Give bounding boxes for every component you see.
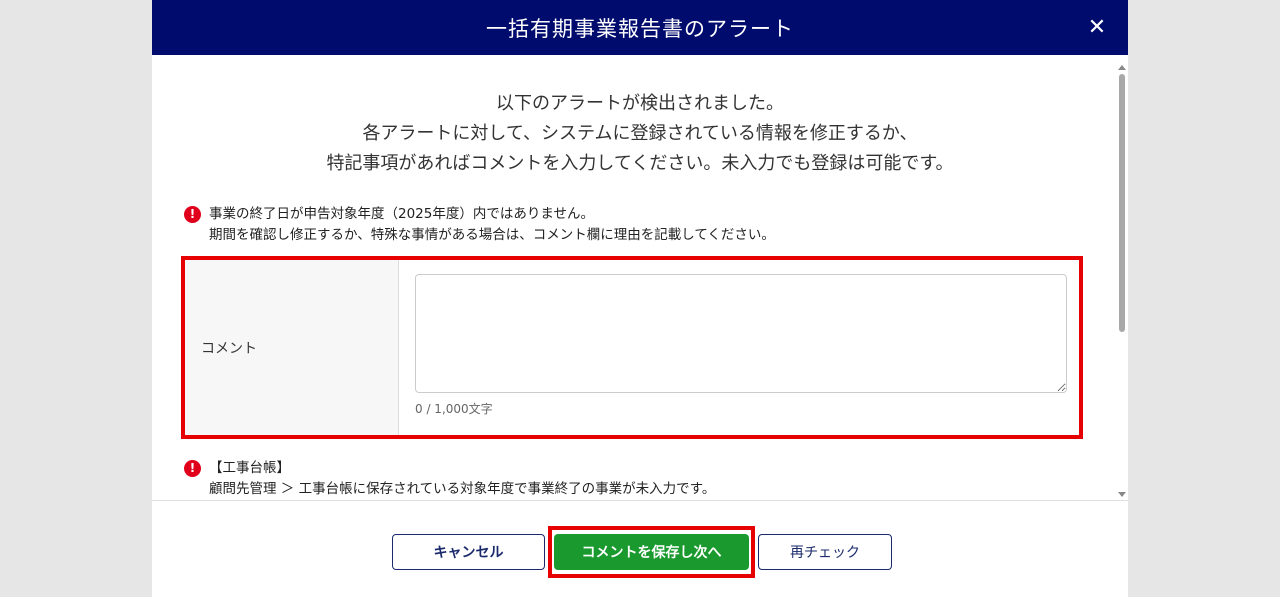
save-button-highlight: コメントを保存し次へ <box>548 526 755 578</box>
comment-row: コメント 0 / 1,000文字 <box>181 256 1083 439</box>
modal-title: 一括有期事業報告書のアラート <box>486 16 794 41</box>
alert-item: ! 事業の終了日が申告対象年度（2025年度）内ではありません。 期間を確認し修… <box>184 204 775 246</box>
alert-modal: 一括有期事業報告書のアラート ✕ 以下のアラートが検出されました。 各アラートに… <box>152 0 1128 597</box>
alert-title: 【工事台帳】 <box>209 460 290 476</box>
save-comment-next-button[interactable]: コメントを保存し次へ <box>554 534 749 570</box>
alert-text: 【工事台帳】 顧問先管理 ＞ 工事台帳に保存されている対象年度で事業終了の事業が… <box>209 458 715 500</box>
vertical-scrollbar[interactable] <box>1116 65 1128 497</box>
scroll-up-icon[interactable] <box>1118 65 1126 70</box>
alert-text: 事業の終了日が申告対象年度（2025年度）内ではありません。 期間を確認し修正す… <box>209 204 775 246</box>
modal-header: 一括有期事業報告書のアラート ✕ <box>152 0 1128 55</box>
cancel-button[interactable]: キャンセル <box>392 534 545 570</box>
alert-description: 期間を確認し修正するか、特殊な事情がある場合は、コメント欄に理由を記載してくださ… <box>209 227 775 243</box>
error-icon: ! <box>184 460 201 477</box>
error-icon: ! <box>184 206 201 223</box>
alert-item: ! 【工事台帳】 顧問先管理 ＞ 工事台帳に保存されている対象年度で事業終了の事… <box>184 458 715 500</box>
intro-line-3: 特記事項があればコメントを入力してください。未入力でも登録は可能です。 <box>326 153 954 174</box>
close-icon[interactable]: ✕ <box>1082 12 1112 42</box>
comment-input-cell: 0 / 1,000文字 <box>399 260 1079 435</box>
scroll-thumb[interactable] <box>1119 74 1125 332</box>
scroll-down-icon[interactable] <box>1118 492 1126 497</box>
intro-line-2: 各アラートに対して、システムに登録されている情報を修正するか、 <box>362 123 918 144</box>
recheck-button[interactable]: 再チェック <box>758 534 892 570</box>
char-counter: 0 / 1,000文字 <box>415 402 493 416</box>
alert-description: 顧問先管理 ＞ 工事台帳に保存されている対象年度で事業終了の事業が未入力です。 <box>209 481 716 497</box>
comment-label: コメント <box>185 260 399 435</box>
intro-message: 以下のアラートが検出されました。 各アラートに対して、システムに登録されている情… <box>152 89 1128 179</box>
intro-line-1: 以下のアラートが検出されました。 <box>496 93 784 114</box>
comment-textarea[interactable] <box>415 274 1067 393</box>
alert-title: 事業の終了日が申告対象年度（2025年度）内ではありません。 <box>209 206 594 222</box>
modal-footer: キャンセル コメントを保存し次へ 再チェック <box>152 500 1128 597</box>
modal-body[interactable]: 以下のアラートが検出されました。 各アラートに対して、システムに登録されている情… <box>152 55 1128 500</box>
